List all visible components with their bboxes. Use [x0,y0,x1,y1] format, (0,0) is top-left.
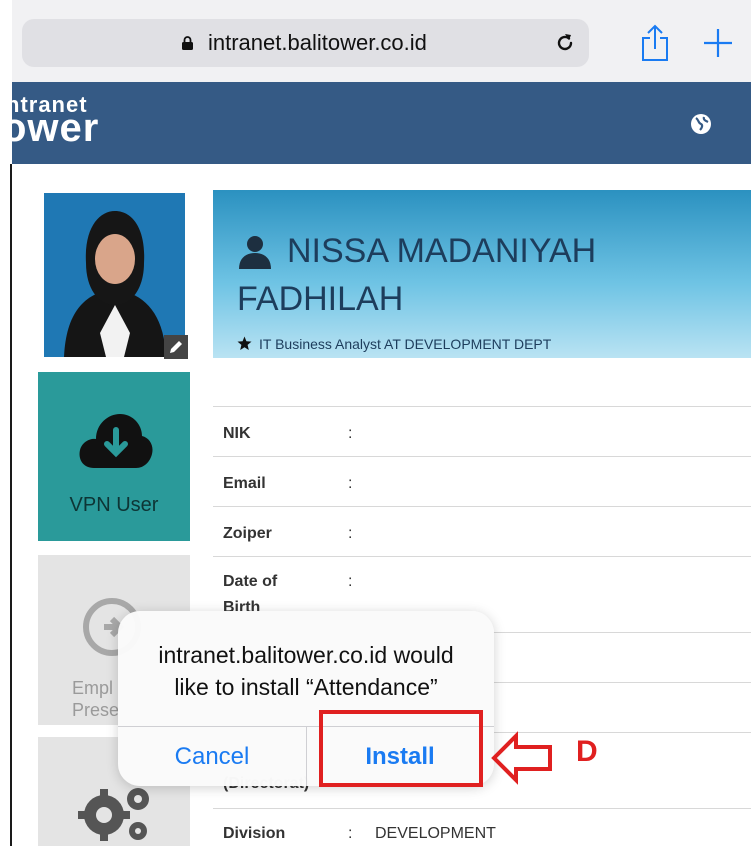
pencil-icon [170,341,182,353]
left-arrow-icon [491,731,552,785]
field-colon: : [348,825,353,842]
field-colon: : [348,573,353,590]
vpn-user-label: VPN User [69,494,159,516]
gears-icon [78,788,149,841]
employee-presence-label-1: Empl [72,678,114,698]
cloud-download-icon [79,414,153,468]
highlight-box [319,710,483,787]
profile-banner: NISSA MADANIYAH FADHILAH IT Business Ana… [213,190,751,358]
alert-message: intranet.balitower.co.id would like to i… [118,639,494,703]
site-header: ntranet ower [2,82,751,164]
user-icon [239,236,271,269]
browser-toolbar: intranet.balitower.co.id [12,0,751,82]
share-icon[interactable] [640,24,670,62]
new-tab-plus-icon[interactable] [702,27,734,59]
employee-presence-label-2: Prese [72,700,120,720]
profile-photo[interactable] [44,193,185,357]
field-label: Email [223,475,266,492]
lock-icon [182,36,193,50]
avatar [44,193,185,357]
field-label: NIK [223,425,251,442]
alert-message-line2: like to install “Attendance” [174,674,438,700]
field-row-nik: NIK : [213,406,751,456]
field-label: Division [223,825,286,842]
logo-text-bottom: ower [2,106,100,150]
edit-photo-button[interactable] [164,335,188,359]
field-value: DEVELOPMENT [375,825,496,842]
vpn-user-tile[interactable]: VPN User [38,372,190,541]
step-label: D [576,735,598,768]
field-row-email: Email : [213,456,751,506]
field-row-zoiper: Zoiper : [213,506,751,556]
globe-icon[interactable] [690,113,712,135]
cancel-button[interactable]: Cancel [118,727,306,786]
field-label: Date of [223,573,278,590]
star-icon [237,336,252,350]
address-bar[interactable]: intranet.balitower.co.id [22,19,589,67]
field-row-division: Division : DEVELOPMENT [213,808,751,846]
screen-edge [10,164,12,846]
alert-message-line1: intranet.balitower.co.id would [158,642,454,668]
profile-name-line1: NISSA MADANIYAH [287,232,597,270]
field-label: Zoiper [223,525,272,542]
reload-icon[interactable] [553,31,577,55]
profile-name-line2: FADHILAH [237,280,404,318]
field-colon: : [348,475,353,492]
profile-role: IT Business Analyst AT DEVELOPMENT DEPT [259,336,552,352]
field-colon: : [348,425,353,442]
url-text: intranet.balitower.co.id [208,30,427,55]
field-colon: : [348,525,353,542]
